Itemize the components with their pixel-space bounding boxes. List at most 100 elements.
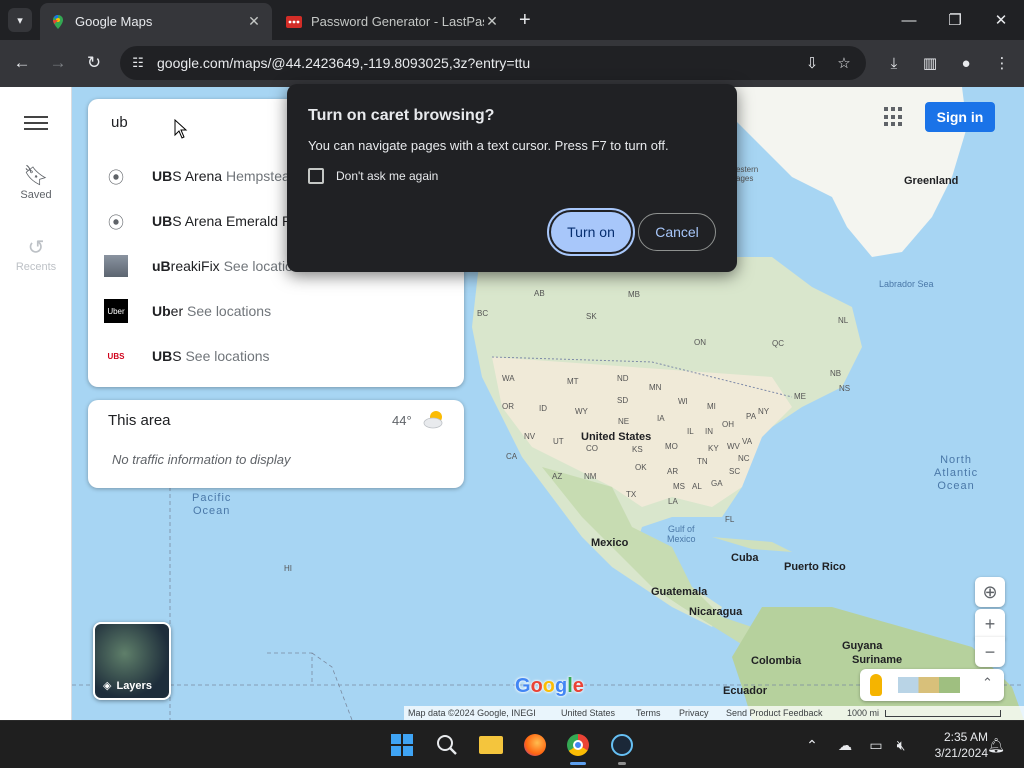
zoom-out-icon[interactable]: − (975, 637, 1005, 667)
volume-muted-icon[interactable]: 🔇︎ (891, 735, 911, 755)
label-nl: NL (838, 316, 849, 325)
back-arrow-icon[interactable]: ← (10, 51, 34, 75)
label-pa: PA (746, 412, 757, 421)
uber-logo-icon: Uber (104, 299, 128, 323)
google-apps-grid-icon[interactable] (884, 107, 904, 127)
dont-ask-checkbox[interactable] (308, 168, 324, 184)
file-explorer-icon[interactable] (476, 730, 506, 760)
network-icon[interactable]: ▭ (866, 735, 886, 755)
bookmark-icon: 🔖︎ (23, 165, 49, 187)
pegman-icon[interactable] (870, 674, 882, 696)
scale-bar (885, 710, 1001, 717)
my-location-icon[interactable]: ⊕ (975, 577, 1005, 607)
suggestion-item[interactable]: Uber Uber See locations (88, 289, 464, 333)
firefox-icon[interactable] (520, 730, 550, 760)
turn-on-button[interactable]: Turn on (547, 208, 635, 256)
this-area-card[interactable]: This area 44° No traffic information to … (88, 400, 464, 488)
label-va: VA (742, 437, 753, 446)
hamburger-menu-icon[interactable] (24, 113, 48, 133)
privacy-link[interactable]: Privacy (679, 708, 709, 718)
cancel-button[interactable]: Cancel (638, 213, 716, 251)
zoom-in-icon[interactable]: + (975, 609, 1005, 639)
saved-button[interactable]: 🔖︎ Saved (0, 163, 72, 201)
tab-close-icon[interactable]: ✕ (246, 13, 262, 30)
label-ny: NY (758, 407, 770, 416)
recents-label: Recents (15, 261, 57, 273)
maritime-boundary-2 (267, 652, 353, 720)
label-wi: WI (678, 397, 688, 406)
traffic-message: No traffic information to display (112, 452, 291, 467)
start-windows-icon[interactable] (387, 730, 417, 760)
partly-cloudy-icon (423, 411, 443, 429)
install-app-icon[interactable]: ⇩ (802, 53, 822, 73)
tab-lastpass[interactable]: Password Generator - LastPass ✕ (276, 3, 510, 40)
country-link[interactable]: United States (561, 708, 615, 718)
chrome-icon[interactable] (563, 730, 593, 760)
map-pin-icon: ⦿ (107, 170, 124, 187)
search-icon[interactable] (432, 730, 462, 760)
label-guatemala: Guatemala (651, 586, 708, 598)
notification-bell-icon[interactable]: 🔔︎ (986, 735, 1006, 755)
label-wa: WA (502, 374, 515, 383)
expand-chevron-up-icon[interactable]: ⌃ (982, 675, 993, 691)
layers-label: Layers (116, 679, 152, 692)
layers-button[interactable]: ◈ Layers (93, 622, 171, 700)
label-oh: OH (722, 420, 734, 429)
imagery-thumbnails[interactable] (898, 677, 960, 693)
left-rail: 🔖︎ Saved ↺ Recents (0, 87, 72, 720)
label-az: AZ (552, 472, 563, 481)
downloads-icon[interactable]: ⤓ (883, 52, 905, 74)
kebab-menu-icon[interactable]: ⋮ (991, 52, 1013, 74)
mouse-pointer-icon (174, 119, 188, 139)
terms-link[interactable]: Terms (636, 708, 661, 718)
new-tab-plus-icon[interactable]: + (519, 9, 531, 31)
windows-taskbar: ⌃ ☁ ▭ 🔇︎ 2:35 AM 3/21/2024 🔔︎ (0, 720, 1024, 768)
steam-icon[interactable] (607, 730, 637, 760)
scale-label[interactable]: 1000 mi (847, 708, 879, 718)
label-ms: MS (673, 482, 685, 491)
dont-ask-label[interactable]: Don't ask me again (336, 169, 438, 183)
suggestion-item[interactable]: UBS UBS See locations (88, 334, 464, 378)
label-ecuador: Ecuador (723, 685, 768, 697)
label-nicaragua: Nicaragua (689, 606, 743, 618)
feedback-link[interactable]: Send Product Feedback (726, 708, 823, 718)
address-bar[interactable]: ☷ google.com/maps/@44.2423649,-119.80930… (120, 46, 866, 80)
url-text[interactable]: google.com/maps/@44.2423649,-119.8093025… (157, 55, 530, 71)
saved-label: Saved (20, 189, 52, 201)
label-ia: IA (657, 414, 665, 423)
label-in: IN (705, 427, 713, 436)
suggestion-match: uB (152, 258, 171, 274)
search-input[interactable]: ub (111, 114, 128, 131)
cuba-island (712, 537, 792, 552)
side-panel-icon[interactable]: ▥ (919, 52, 941, 74)
label-ky: KY (708, 444, 719, 453)
caret-browsing-dialog: Turn on caret browsing? You can navigate… (287, 84, 737, 272)
minimize-icon[interactable]: — (894, 8, 924, 32)
tab-search-chevron-down-icon[interactable]: ▾ (8, 8, 32, 32)
recents-button[interactable]: ↺ Recents (0, 235, 72, 273)
forward-arrow-icon[interactable]: → (46, 51, 70, 75)
profile-person-icon[interactable]: ● (955, 52, 977, 74)
sign-in-button[interactable]: Sign in (925, 102, 995, 132)
ubreakifix-thumbnail-icon (104, 255, 128, 277)
site-info-tune-icon[interactable]: ☷ (128, 53, 148, 73)
bookmark-star-icon[interactable]: ☆ (834, 53, 854, 73)
window-close-icon[interactable]: ✕ (986, 8, 1016, 32)
tray-overflow-chevron-up-icon[interactable]: ⌃ (802, 735, 822, 755)
label-qc: QC (772, 339, 784, 348)
reload-icon[interactable]: ↻ (82, 51, 106, 75)
label-fl: FL (725, 515, 735, 524)
system-clock[interactable]: 2:35 AM 3/21/2024 (918, 729, 988, 761)
steam-running-indicator (618, 762, 626, 765)
tab-google-maps[interactable]: Google Maps ✕ (40, 3, 272, 40)
ubs-logo-icon: UBS (107, 351, 125, 361)
clock-date: 3/21/2024 (934, 746, 988, 760)
label-mb: MB (628, 290, 640, 299)
suggestion-name: S Arena (172, 168, 223, 184)
tab-close-icon[interactable]: ✕ (484, 13, 500, 30)
google-logo: Google (515, 675, 584, 697)
suggestion-name: S (172, 348, 182, 364)
restore-icon[interactable]: ❐ (940, 8, 970, 32)
onedrive-cloud-icon[interactable]: ☁ (835, 735, 855, 755)
label-bc: BC (477, 309, 489, 318)
